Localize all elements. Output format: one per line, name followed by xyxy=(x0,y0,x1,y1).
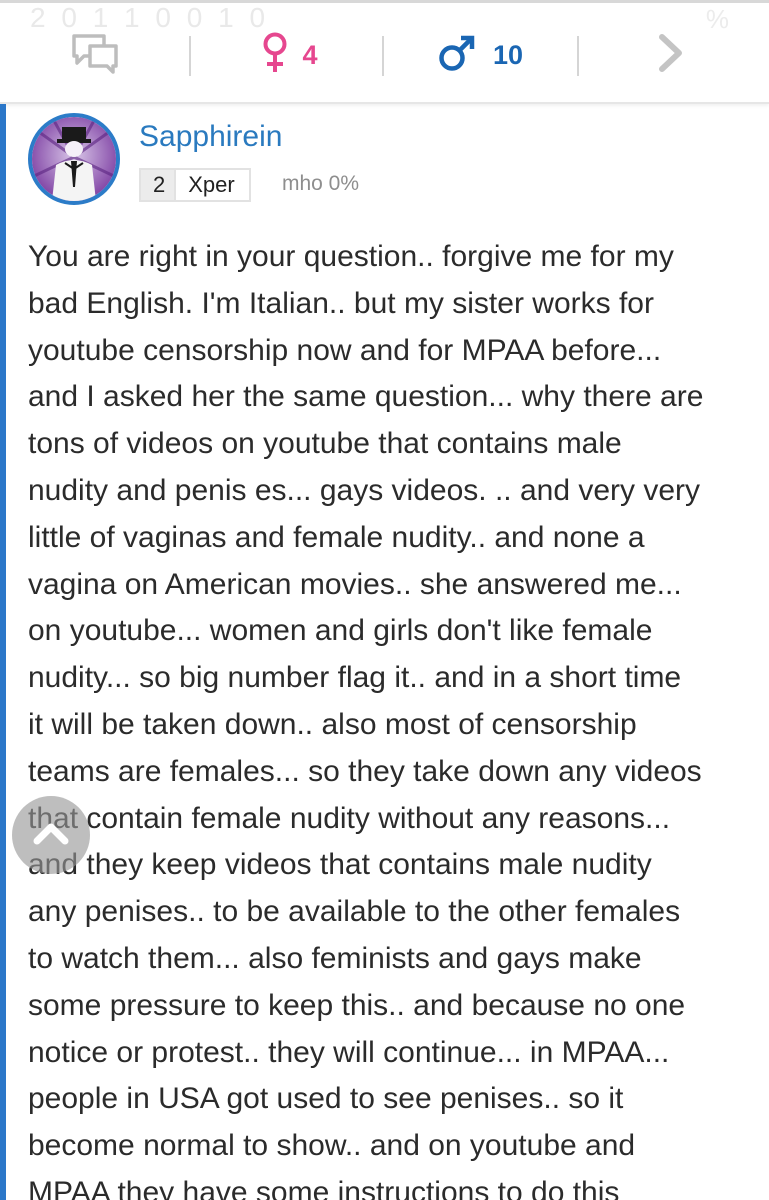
xper-level-number: 2 xyxy=(141,170,175,200)
text-line: and I asked her the same question... why… xyxy=(28,380,704,414)
text-line: You are right in your question.. forgive… xyxy=(28,240,674,273)
comments-icon xyxy=(70,32,120,79)
text-line: it will be taken down.. also most of cen… xyxy=(28,707,637,741)
text-line: little of vaginas and female nudity.. an… xyxy=(28,520,645,554)
xper-level-badge[interactable]: 2 Xper xyxy=(139,168,251,202)
male-count: 10 xyxy=(492,39,524,70)
xper-rank-label: Xper xyxy=(174,170,248,200)
male-votes[interactable]: 10 xyxy=(425,30,535,80)
text-line: tons of videos on youtube that contains … xyxy=(28,427,622,461)
text-line: to watch them... also feminists and gays… xyxy=(28,941,642,975)
text-line: bad English. I'm Italian.. but my sister… xyxy=(28,286,654,320)
text-line: some pressure to keep this.. and because… xyxy=(28,988,686,1022)
opinion-text: You are right in your question.. forgive… xyxy=(28,234,758,1200)
stats-separator xyxy=(577,36,579,76)
avatar[interactable] xyxy=(28,113,120,205)
ghost-stats-percent: % xyxy=(705,4,729,34)
next-button[interactable] xyxy=(640,30,700,80)
stats-separator xyxy=(382,36,384,76)
mho-percentage: mho 0% xyxy=(282,172,360,195)
stats-separator xyxy=(189,36,191,76)
opinion-accent-bar xyxy=(0,104,6,1200)
text-line: vagina on American movies.. she answered… xyxy=(28,567,682,601)
text-line: any penises.. to be available to the oth… xyxy=(28,895,681,929)
text-line: on youtube... women and girls don't like… xyxy=(28,614,653,648)
text-line: nudity... so big number flag it.. and in… xyxy=(28,661,682,695)
text-line: that contain female nudity without any r… xyxy=(28,801,671,835)
chevron-up-icon xyxy=(31,819,71,852)
comments-button[interactable] xyxy=(50,30,140,80)
male-icon xyxy=(437,33,477,78)
text-line: teams are females... so they take down a… xyxy=(28,754,702,788)
text-line: become normal to show.. and on youtube a… xyxy=(28,1129,636,1163)
female-count: 4 xyxy=(302,39,318,70)
female-icon xyxy=(262,32,288,79)
text-line: MPAA they have some instructions to do t… xyxy=(28,1175,620,1200)
scroll-to-top-button[interactable] xyxy=(12,796,90,874)
text-line: and they keep videos that contains male … xyxy=(28,848,652,882)
stats-bar: 2 0 1 1 0 0 1 0 % 4 10 xyxy=(0,0,769,104)
avatar-icon xyxy=(32,117,116,201)
question-opinion-page: 2 0 1 1 0 0 1 0 % 4 10 Sapphirein 2 Xper… xyxy=(0,0,769,1200)
text-line: notice or protest.. they will continue..… xyxy=(28,1035,670,1069)
chevron-right-icon xyxy=(655,33,685,78)
female-votes[interactable]: 4 xyxy=(230,30,350,80)
text-line: nudity and penis es... gays videos. .. a… xyxy=(28,473,701,507)
username-link[interactable]: Sapphirein xyxy=(139,120,282,154)
text-line: youtube censorship now and for MPAA befo… xyxy=(28,333,662,367)
text-line: people in USA got used to see penises.. … xyxy=(28,1082,624,1116)
